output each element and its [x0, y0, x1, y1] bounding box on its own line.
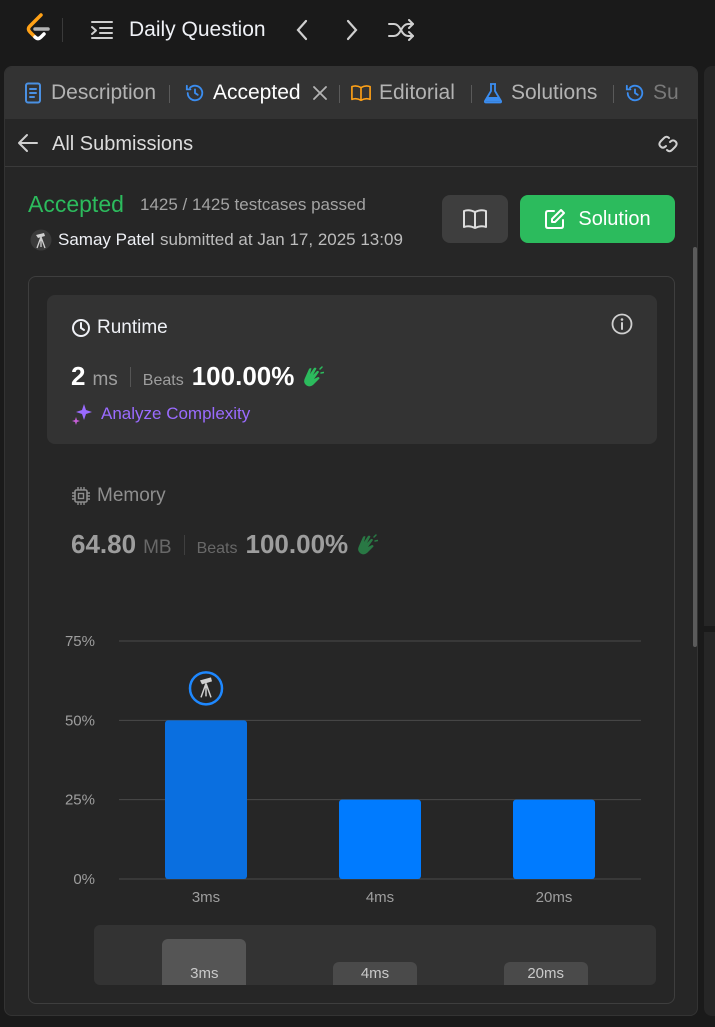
random-question-button[interactable]: [386, 16, 416, 44]
panel-tabs: Description Accepted Editorial Solutions…: [5, 67, 697, 119]
submission-panel: Description Accepted Editorial Solutions…: [4, 66, 698, 1016]
y-tick-label: 25%: [65, 792, 95, 809]
notebook-button[interactable]: [442, 195, 508, 243]
submission-status: Accepted: [28, 191, 124, 217]
history-icon: [625, 84, 644, 102]
post-solution-button[interactable]: Solution: [520, 195, 675, 243]
history-icon: [185, 84, 204, 102]
brush-label: 20ms: [527, 965, 564, 982]
all-submissions-link[interactable]: All Submissions: [52, 133, 193, 156]
memory-unit: MB: [143, 537, 172, 558]
chart-bar[interactable]: [339, 799, 421, 879]
link-icon[interactable]: [655, 132, 681, 156]
tab-label: Editorial: [379, 81, 455, 104]
metrics-card: Runtime 2 ms Beats 100.00% Analyze Compl…: [28, 276, 675, 1004]
book-open-icon: [351, 85, 371, 102]
testcases-passed: 1425 / 1425 testcases passed: [140, 195, 366, 214]
my-submission-marker-icon[interactable]: [188, 671, 224, 706]
clock-icon: [72, 319, 90, 337]
tab-label: Accepted: [213, 81, 301, 104]
memory-value: 64.80: [71, 529, 137, 559]
brush-bar[interactable]: 4ms: [333, 962, 417, 985]
y-tick-label: 0%: [73, 871, 95, 888]
x-tick-label: 20ms: [536, 889, 573, 906]
adjacent-panel-edge: [704, 66, 715, 1016]
x-tick-label: 3ms: [192, 889, 220, 906]
shuffle-icon: [388, 19, 414, 41]
analyze-complexity-link[interactable]: Analyze Complexity: [71, 403, 250, 425]
sparkle-icon: [72, 404, 92, 425]
brush-label: 3ms: [190, 965, 219, 982]
tab-description[interactable]: Description: [23, 79, 156, 107]
runtime-title: Runtime: [71, 317, 168, 339]
tab-label: Solutions: [511, 81, 598, 104]
tab-label: Description: [51, 81, 157, 104]
runtime-beats: 100.00%: [191, 361, 295, 391]
leetcode-logo-icon[interactable]: [22, 12, 52, 44]
clapping-hands-icon: [304, 366, 325, 387]
tab-label: Su: [653, 81, 679, 104]
runtime-value-row: 2 ms Beats 100.00%: [71, 361, 325, 392]
user-avatar[interactable]: [30, 229, 52, 251]
cpu-chip-icon: [72, 487, 90, 505]
prev-question-button[interactable]: [288, 16, 316, 44]
tab-solutions[interactable]: Solutions: [483, 79, 597, 107]
list-indent-icon[interactable]: [90, 19, 114, 41]
solution-label: Solution: [578, 207, 651, 230]
chart-range-brush[interactable]: 3ms 4ms 20ms: [94, 925, 656, 985]
submitted-time: submitted at Jan 17, 2025 13:09: [160, 230, 403, 249]
runtime-card[interactable]: Runtime 2 ms Beats 100.00% Analyze Compl…: [47, 295, 657, 444]
scrollbar[interactable]: [693, 247, 697, 647]
y-tick-label: 75%: [65, 633, 95, 650]
chart-bar[interactable]: [165, 720, 247, 879]
author-name[interactable]: Samay Patel: [58, 230, 154, 250]
runtime-unit: ms: [92, 369, 118, 390]
brush-label: 4ms: [360, 965, 390, 982]
close-icon[interactable]: [312, 86, 327, 100]
edit-icon: [545, 209, 566, 229]
memory-value-row[interactable]: 64.80 MB Beats 100.00%: [71, 529, 379, 560]
arrow-left-icon[interactable]: [17, 133, 39, 153]
tab-submissions[interactable]: Su: [625, 79, 695, 107]
tab-editorial[interactable]: Editorial: [351, 79, 455, 107]
memory-title[interactable]: Memory: [71, 485, 166, 507]
brush-bar[interactable]: 3ms: [162, 939, 247, 985]
submission-subheader: All Submissions: [5, 119, 697, 167]
memory-beats: 100.00%: [245, 529, 349, 559]
nav-divider: [62, 18, 63, 42]
y-tick-label: 50%: [65, 712, 95, 729]
next-question-button[interactable]: [338, 16, 366, 44]
x-tick-label: 4ms: [366, 889, 394, 906]
clapping-hands-icon: [358, 534, 379, 555]
beats-label: Beats: [142, 372, 184, 389]
daily-question-link[interactable]: Daily Question: [129, 18, 266, 42]
runtime-value: 2: [71, 361, 86, 391]
top-navbar: Daily Question: [0, 0, 715, 60]
document-icon: [25, 82, 41, 104]
runtime-distribution-chart[interactable]: 0% 25% 50% 75% 3ms 4ms 20ms: [29, 617, 676, 917]
tab-accepted[interactable]: Accepted: [185, 79, 327, 107]
info-icon[interactable]: [611, 313, 633, 335]
flask-icon: [483, 83, 503, 104]
beats-label: Beats: [196, 540, 238, 557]
brush-bar[interactable]: 20ms: [503, 962, 588, 985]
book-open-icon: [463, 209, 487, 229]
chart-bar[interactable]: [513, 799, 595, 879]
chevron-right-icon: [346, 19, 358, 41]
chevron-left-icon: [296, 19, 308, 41]
